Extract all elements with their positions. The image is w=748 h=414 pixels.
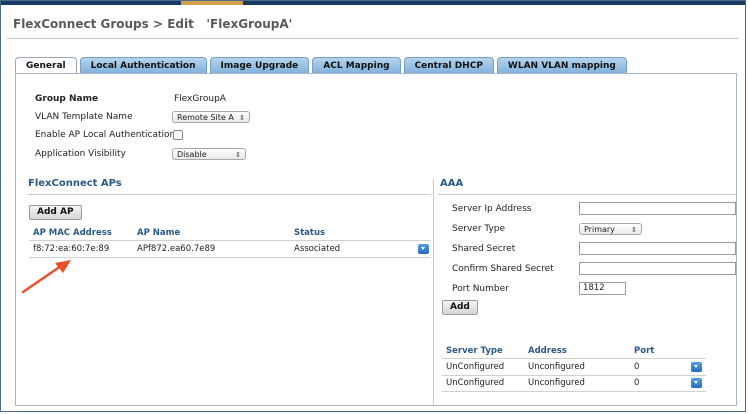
aaa-row-2-address: Unconfigured <box>528 378 585 388</box>
ap-row-name: APf872.ea60.7e89 <box>137 244 216 254</box>
top-band <box>1 1 745 5</box>
aaa-row-1-address: Unconfigured <box>528 362 585 372</box>
group-name-label: Group Name <box>35 94 99 104</box>
server-type-label: Server Type <box>452 224 506 234</box>
top-band-accent <box>181 1 243 5</box>
add-aaa-button[interactable]: Add <box>442 300 478 315</box>
tab-central-dhcp[interactable]: Central DHCP <box>403 57 494 74</box>
ap-local-auth-label: Enable AP Local Authentication2 <box>35 130 179 140</box>
ap-local-auth-text: Enable AP Local Authentication <box>35 130 176 140</box>
select-arrows-icon: ⇕ <box>239 114 245 122</box>
shared-secret-input[interactable] <box>579 242 736 255</box>
aaa-table-header-line <box>442 358 706 359</box>
app-visibility-label: Application Visibility <box>35 149 126 159</box>
shared-secret-label: Shared Secret <box>452 244 516 254</box>
ap-local-auth-checkbox[interactable] <box>173 130 183 140</box>
group-name-value: FlexGroupA <box>174 94 226 104</box>
col-server-type: Server Type <box>446 346 503 356</box>
aaa-row-2-line <box>442 391 706 392</box>
aaa-heading: AAA <box>440 178 464 189</box>
chevron-down-icon[interactable] <box>691 362 702 372</box>
server-ip-label: Server Ip Address <box>452 204 532 214</box>
ap-row-line <box>29 257 431 258</box>
app-window: FlexConnect Groups > Edit 'FlexGroupA' G… <box>0 0 746 412</box>
col-ap-mac: AP MAC Address <box>33 228 112 238</box>
ap-row-status: Associated <box>294 244 341 254</box>
section-divider <box>433 179 434 405</box>
aaa-row-1-line <box>442 375 706 376</box>
flexconnect-aps-heading: FlexConnect APs <box>28 178 122 189</box>
tab-wlan-vlan-mapping[interactable]: WLAN VLAN mapping <box>496 57 627 74</box>
col-ap-name: AP Name <box>137 228 181 238</box>
server-ip-input[interactable] <box>579 202 736 215</box>
vlan-template-label: VLAN Template Name <box>35 112 133 122</box>
col-port: Port <box>634 346 655 356</box>
port-number-label: Port Number <box>452 284 509 294</box>
chevron-down-icon[interactable] <box>418 244 429 254</box>
col-address: Address <box>528 346 567 356</box>
flexconnect-aps-divider <box>27 194 431 195</box>
tab-local-authentication[interactable]: Local Authentication <box>79 57 207 74</box>
tab-general[interactable]: General <box>15 57 77 74</box>
ap-table-header-line <box>29 240 431 241</box>
select-arrows-icon: ⇕ <box>235 151 241 159</box>
tab-acl-mapping[interactable]: ACL Mapping <box>312 57 401 74</box>
aaa-divider <box>438 194 736 195</box>
vlan-template-value: Remote Site A <box>177 113 234 122</box>
confirm-secret-input[interactable] <box>579 262 736 275</box>
vlan-template-select[interactable]: Remote Site A ⇕ <box>172 111 250 123</box>
ap-row-mac: f8:72:ea:60:7e:89 <box>33 244 110 254</box>
select-arrows-icon: ⇕ <box>631 226 637 234</box>
aaa-row-1-port: 0 <box>634 362 640 372</box>
col-ap-status: Status <box>294 228 326 238</box>
tab-bar: General Local Authentication Image Upgra… <box>15 57 630 74</box>
page-title: FlexConnect Groups > Edit 'FlexGroupA' <box>13 17 293 31</box>
chevron-down-icon[interactable] <box>691 378 702 388</box>
app-visibility-value: Disable <box>177 150 207 159</box>
server-type-select[interactable]: Primary ⇕ <box>579 223 642 235</box>
confirm-secret-label: Confirm Shared Secret <box>452 264 554 274</box>
title-divider <box>7 38 739 39</box>
server-type-value: Primary <box>584 225 615 234</box>
app-visibility-select[interactable]: Disable ⇕ <box>172 148 246 160</box>
aaa-row-2-type: UnConfigured <box>446 378 505 388</box>
tab-image-upgrade[interactable]: Image Upgrade <box>209 57 310 74</box>
aaa-row-2-port: 0 <box>634 378 640 388</box>
port-number-input[interactable]: 1812 <box>579 282 626 295</box>
add-ap-button[interactable]: Add AP <box>29 205 82 220</box>
aaa-row-1-type: UnConfigured <box>446 362 505 372</box>
red-arrow-icon <box>21 260 71 294</box>
